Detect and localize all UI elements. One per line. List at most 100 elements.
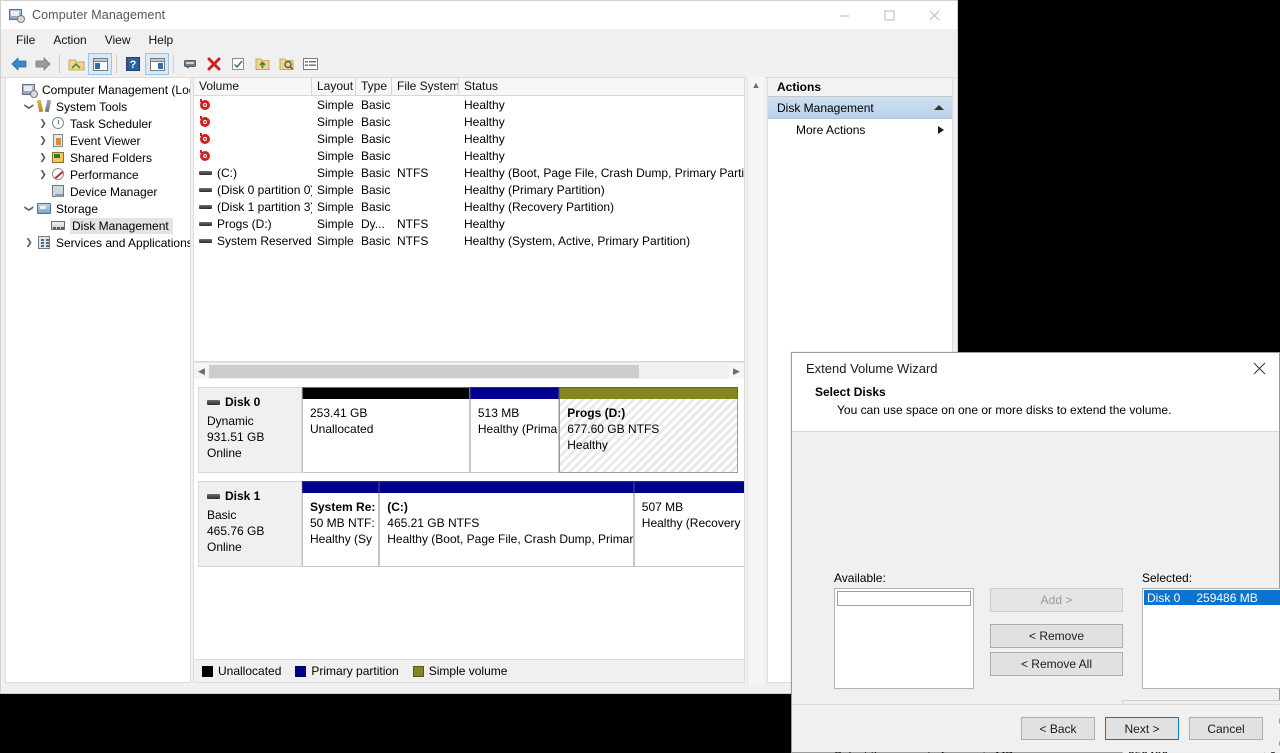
column-header-file-system[interactable]: File System: [392, 78, 459, 95]
tree-item-services-and-applications[interactable]: ❯ Services and Applications: [6, 234, 190, 251]
chevron-right-icon[interactable]: ❯: [36, 118, 50, 129]
volume-row[interactable]: Simple Basic Healthy: [194, 147, 744, 164]
delete-icon[interactable]: [202, 53, 226, 75]
hscroll-track[interactable]: [209, 363, 729, 379]
tree-item-device-manager[interactable]: Device Manager: [6, 183, 190, 200]
partition-body[interactable]: (C:) 465.21 GB NTFS Healthy (Boot, Page Fi…: [379, 493, 634, 567]
chevron-right-icon[interactable]: ❯: [36, 135, 50, 146]
scroll-left-icon[interactable]: ◀: [194, 364, 209, 379]
volume-layout-cell: Simple: [317, 182, 354, 197]
close-button[interactable]: [912, 1, 957, 29]
menu-action[interactable]: Action: [44, 31, 95, 50]
chevron-right-icon[interactable]: ❯: [36, 152, 50, 163]
volume-filesystem-cell: NTFS: [397, 233, 429, 248]
disk-info-disk-1[interactable]: Disk 1 Basic 465.76 GB Online: [198, 481, 302, 567]
volume-row[interactable]: Simple Basic Healthy: [194, 113, 744, 130]
tree-item-system-tools[interactable]: ❯ System Tools: [6, 98, 190, 115]
menu-help[interactable]: Help: [140, 31, 183, 50]
back-button[interactable]: < Back: [1021, 717, 1095, 740]
volume-row[interactable]: Progs (D:) Simple Dy... NTFS Healthy: [194, 215, 744, 232]
available-list-item[interactable]: [837, 591, 971, 606]
hscroll-thumb[interactable]: [209, 364, 639, 378]
tree-item-computer-management-local[interactable]: Computer Management (Local): [6, 81, 190, 98]
partition[interactable]: 507 MB Healthy (Recovery P: [633, 481, 744, 567]
volume-row[interactable]: Simple Basic Healthy: [194, 96, 744, 113]
available-disks-list[interactable]: [834, 588, 974, 689]
partition-body[interactable]: 507 MB Healthy (Recovery P: [633, 493, 744, 567]
partition-name: System Re:: [310, 500, 376, 514]
show-hide-action-pane-icon[interactable]: [145, 53, 169, 75]
selected-label: Selected:: [1142, 571, 1193, 585]
tree-item-disk-management[interactable]: Disk Management: [6, 217, 190, 234]
column-header-layout[interactable]: Layout: [312, 78, 356, 95]
help-icon[interactable]: ?: [121, 53, 145, 75]
console-tree[interactable]: Computer Management (Local) ❯ System Tools…: [5, 77, 191, 683]
tree-item-shared-folders[interactable]: ❯ Shared Folders: [6, 149, 190, 166]
partition[interactable]: System Re: 50 MB NTF: Healthy (Sy: [302, 481, 380, 567]
cancel-button[interactable]: Cancel: [1189, 717, 1263, 740]
chevron-right-icon[interactable]: ❯: [22, 237, 36, 248]
volume-row[interactable]: Simple Basic Healthy: [194, 130, 744, 147]
volume-row[interactable]: (Disk 1 partition 3) Simple Basic Healthy (…: [194, 198, 744, 215]
selected-disks-list[interactable]: Disk 0 259486 MB: [1142, 588, 1280, 689]
tree-item-performance[interactable]: ❯ Performance: [6, 166, 190, 183]
partition[interactable]: 253.41 GB Unallocated: [302, 387, 470, 473]
wizard-title: Extend Volume Wizard: [806, 360, 938, 376]
maximize-button[interactable]: [867, 1, 912, 29]
disk-info-disk-0[interactable]: Disk 0 Dynamic 931.51 GB Online: [198, 387, 302, 473]
partition-body[interactable]: Progs (D:) 677.60 GB NTFS Healthy: [559, 399, 738, 473]
disk-title: Disk 0: [207, 394, 301, 410]
chevron-down-icon[interactable]: ❯: [24, 202, 35, 216]
search-folder-icon[interactable]: [274, 53, 298, 75]
chevron-right-icon[interactable]: ❯: [36, 169, 50, 180]
volume-list-hscrollbar[interactable]: ◀ ▶: [194, 362, 744, 379]
tree-item-task-scheduler[interactable]: ❯ Task Scheduler: [6, 115, 190, 132]
menu-view[interactable]: View: [96, 31, 140, 50]
partition-body[interactable]: 253.41 GB Unallocated: [302, 399, 470, 473]
show-hide-console-tree-icon[interactable]: [88, 53, 112, 75]
volume-list[interactable]: Volume Layout Type File System Status Simple…: [194, 78, 744, 362]
scroll-up-icon[interactable]: ▲: [748, 77, 764, 92]
forward-icon[interactable]: [31, 53, 55, 75]
selected-list-item[interactable]: Disk 0 259486 MB: [1144, 590, 1280, 605]
partition-size: 50 MB NTF:: [310, 516, 375, 530]
list-view-icon[interactable]: [298, 53, 322, 75]
scroll-right-icon[interactable]: ▶: [729, 364, 744, 379]
volume-status-cell: Healthy (Primary Partition): [464, 182, 605, 197]
graphical-disk-view[interactable]: Disk 0 Dynamic 931.51 GB Online 253.41 GB Una…: [194, 379, 744, 682]
properties-icon[interactable]: [178, 53, 202, 75]
volume-cell: Progs (D:): [194, 217, 312, 231]
chevron-right-icon[interactable]: [938, 125, 944, 134]
wizard-close-button[interactable]: [1239, 353, 1279, 383]
chevron-up-icon[interactable]: [934, 105, 944, 110]
remove-button[interactable]: < Remove: [990, 624, 1123, 648]
volume-status-cell: Healthy: [464, 216, 505, 231]
partition-body[interactable]: 513 MB Healthy (Prima: [469, 399, 560, 473]
minimize-button[interactable]: [822, 1, 867, 29]
export-icon[interactable]: [250, 53, 274, 75]
next-button[interactable]: Next >: [1105, 717, 1179, 740]
column-header-volume[interactable]: Volume: [194, 78, 312, 95]
volume-row[interactable]: (Disk 0 partition 0) Simple Basic Healthy (…: [194, 181, 744, 198]
partition-body[interactable]: System Re: 50 MB NTF: Healthy (Sy: [302, 493, 380, 567]
tree-item-event-viewer[interactable]: ❯ Event Viewer: [6, 132, 190, 149]
column-header-status[interactable]: Status: [459, 78, 744, 95]
volume-row[interactable]: (C:) Simple Basic NTFS Healthy (Boot, Page F…: [194, 164, 744, 181]
menu-file[interactable]: File: [7, 31, 44, 50]
partition[interactable]: Progs (D:) 677.60 GB NTFS Healthy: [559, 387, 738, 473]
volume-row[interactable]: System Reserved Simple Basic NTFS Healthy (S…: [194, 232, 744, 249]
partition[interactable]: (C:) 465.21 GB NTFS Healthy (Boot, Page Fi…: [379, 481, 634, 567]
up-folder-icon[interactable]: [64, 53, 88, 75]
actions-item-more-actions[interactable]: More Actions: [768, 119, 952, 140]
checklist-icon[interactable]: [226, 53, 250, 75]
remove-all-button[interactable]: < Remove All: [990, 652, 1123, 676]
tree-item-storage[interactable]: ❯ Storage: [6, 200, 190, 217]
back-icon[interactable]: [7, 53, 31, 75]
column-header-type[interactable]: Type: [356, 78, 392, 95]
actions-group-disk-management[interactable]: Disk Management: [768, 97, 952, 119]
partition[interactable]: 513 MB Healthy (Prima: [469, 387, 560, 473]
partition-color-bar: [469, 387, 560, 399]
center-vscrollbar[interactable]: ▲: [747, 77, 764, 693]
chevron-down-icon[interactable]: ❯: [24, 100, 35, 114]
add-button[interactable]: Add >: [990, 588, 1123, 612]
